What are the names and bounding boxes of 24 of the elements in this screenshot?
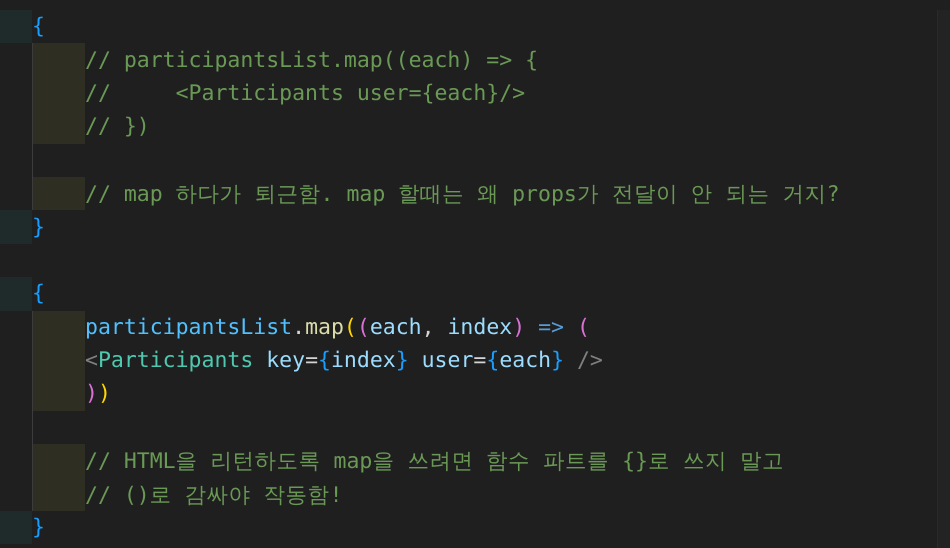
- code-line: participantsList.map((each, index) => (: [85, 314, 590, 340]
- code-line: {: [32, 281, 45, 306]
- indent-highlight: [32, 444, 85, 478]
- comment-line: // }): [85, 114, 150, 140]
- code-line: )): [85, 381, 111, 406]
- comment-line: // ()로 감싸야 작동함!: [85, 482, 343, 509]
- comment-line: // participantsList.map((each) => {: [85, 48, 538, 73]
- comment-line: // <Participants user={each}/>: [85, 80, 526, 106]
- indent-highlight: [32, 377, 85, 411]
- indent-highlight: [32, 110, 85, 144]
- gutter-highlight: [0, 210, 32, 244]
- gutter-highlight: [0, 277, 32, 311]
- gutter-highlight: [0, 10, 32, 44]
- indent-highlight: [32, 43, 85, 77]
- code-line: <Participants key={index} user={each} />: [85, 348, 603, 374]
- indent-highlight: [32, 477, 85, 511]
- comment-line: // HTML을 리턴하도록 map을 쓰려면 함수 파트를 {}로 쓰지 말고: [85, 448, 784, 476]
- indent-highlight: [32, 176, 85, 210]
- code-line: }: [32, 214, 45, 240]
- code-line: {: [32, 14, 45, 40]
- code-line: }: [32, 515, 45, 540]
- gutter-highlight: [0, 510, 32, 544]
- indent-highlight: [32, 310, 85, 344]
- comment-line: // map 하다가 퇴근함. map 할때는 왜 props가 전달이 안 되는 거지?: [85, 181, 840, 208]
